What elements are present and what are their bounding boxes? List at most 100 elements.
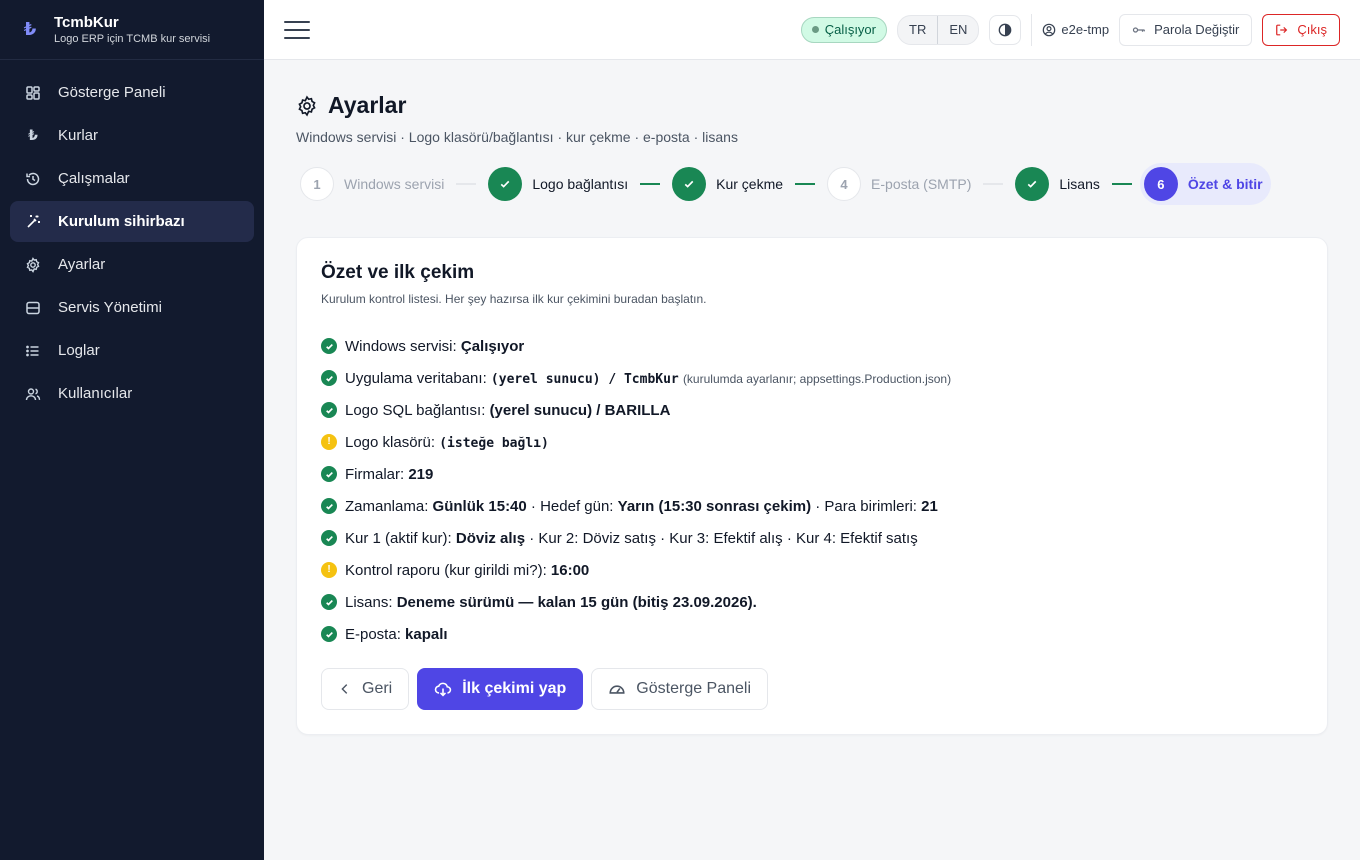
page-title: Ayarlar <box>296 92 1328 119</box>
sidebar-item-label: Ayarlar <box>58 256 106 273</box>
back-label: Geri <box>362 680 393 697</box>
lang-tr-button[interactable]: TR <box>898 16 937 44</box>
step-license[interactable]: Lisans <box>1011 163 1103 205</box>
step-number: 1 <box>300 167 334 201</box>
checklist-item-email: E-posta: kapalı <box>321 618 1303 650</box>
sidebar-item-label: Gösterge Paneli <box>58 84 166 101</box>
back-button[interactable]: Geri <box>321 668 410 710</box>
sidebar-item-runs[interactable]: Çalışmalar <box>10 158 254 199</box>
checklist-item-schedule: Zamanlama: Günlük 15:40 · Hedef gün: Yar… <box>321 490 1303 522</box>
wand-icon <box>24 213 42 231</box>
change-password-label: Parola Değiştir <box>1154 22 1240 37</box>
step-label: Kur çekme <box>716 176 784 192</box>
sidebar-item-label: Kullanıcılar <box>58 385 133 402</box>
step-connector <box>983 183 1004 185</box>
warning-circle-icon: ! <box>321 434 337 450</box>
sidebar-item-label: Loglar <box>58 342 100 359</box>
contrast-icon <box>999 23 1012 36</box>
sidebar-item-setup-wizard[interactable]: Kurulum sihirbazı <box>10 201 254 242</box>
check-icon <box>488 167 523 201</box>
summary-card: Özet ve ilk çekim Kurulum kontrol listes… <box>296 237 1328 735</box>
brand-name: TcmbKur <box>54 14 119 31</box>
dashboard-icon <box>24 84 42 102</box>
step-logo-connection[interactable]: Logo bağlantısı <box>484 163 632 205</box>
logout-button[interactable]: Çıkış <box>1262 13 1340 46</box>
lira-icon: ₺ <box>28 127 38 143</box>
cloud-download-icon <box>435 682 452 697</box>
setup-checklist: Windows servisi: Çalışıyor Uygulama veri… <box>321 330 1303 650</box>
sidebar-item-rates[interactable]: ₺ Kurlar <box>10 115 254 156</box>
checklist-item-rates: Kur 1 (aktif kur): Döviz alış · Kur 2: D… <box>321 522 1303 554</box>
theme-toggle-button[interactable] <box>989 14 1022 45</box>
check-circle-icon <box>321 626 337 642</box>
check-circle-icon <box>321 594 337 610</box>
sidebar: ₺ TcmbKur Logo ERP için TCMB kur servisi… <box>0 0 264 860</box>
step-email-smtp[interactable]: 4 E-posta (SMTP) <box>823 163 975 205</box>
warning-circle-icon: ! <box>321 562 337 578</box>
language-switch: TR EN <box>897 14 980 45</box>
card-title: Özet ve ilk çekim <box>321 262 475 283</box>
current-user: e2e-tmp <box>1042 22 1109 37</box>
step-label: Lisans <box>1059 176 1100 192</box>
check-circle-icon <box>321 370 337 386</box>
checklist-item-app-db: Uygulama veritabanı: (yerel sunucu) / Tc… <box>321 362 1303 394</box>
gear-icon <box>24 256 42 274</box>
logout-icon <box>1276 24 1288 35</box>
step-connector <box>456 183 477 185</box>
checklist-item-service: Windows servisi: Çalışıyor <box>321 330 1303 362</box>
check-circle-icon <box>321 498 337 514</box>
step-label: E-posta (SMTP) <box>871 176 972 192</box>
run-first-fetch-button[interactable]: İlk çekimi yap <box>417 668 584 710</box>
key-icon <box>1132 26 1145 33</box>
wizard-stepper: 1 Windows servisi Logo bağlantısı Kur çe… <box>296 163 1328 205</box>
check-icon <box>1015 167 1050 201</box>
lang-en-button[interactable]: EN <box>937 15 978 44</box>
step-windows-service[interactable]: 1 Windows servisi <box>296 163 448 205</box>
sidebar-item-settings[interactable]: Ayarlar <box>10 244 254 285</box>
dashboard-button[interactable]: Gösterge Paneli <box>591 668 769 710</box>
sidebar-nav: Gösterge Paneli ₺ Kurlar Çalışmalar Kuru… <box>0 60 264 426</box>
brand-subtitle: Logo ERP için TCMB kur servisi <box>54 33 211 45</box>
step-number: 6 <box>1143 167 1178 201</box>
page-content: Ayarlar Windows servisi · Logo klasörü/b… <box>264 60 1360 860</box>
checklist-item-sql: Logo SQL bağlantısı: (yerel sunucu) / BA… <box>321 394 1303 426</box>
wizard-actions: Geri İlk çekimi yap Gösterge Paneli <box>321 668 1303 710</box>
main-area: Çalışıyor TR EN e2e-tmp Parola Değiştir <box>264 0 1360 860</box>
sidebar-item-label: Kurlar <box>58 127 99 144</box>
checklist-item-license: Lisans: Deneme sürümü — kalan 15 gün (bi… <box>321 586 1303 618</box>
step-connector <box>640 183 661 185</box>
users-icon <box>24 385 42 403</box>
sidebar-item-service[interactable]: Servis Yönetimi <box>10 287 254 328</box>
page-subtitle: Windows servisi · Logo klasörü/bağlantıs… <box>296 129 738 145</box>
check-circle-icon <box>321 402 337 418</box>
gear-icon <box>298 94 316 117</box>
status-dot-icon <box>811 26 819 33</box>
check-circle-icon <box>321 338 337 354</box>
step-summary-finish[interactable]: 6 Özet & bitir <box>1139 163 1271 205</box>
menu-toggle-icon[interactable] <box>284 20 310 39</box>
sidebar-item-users[interactable]: Kullanıcılar <box>10 373 254 414</box>
change-password-button[interactable]: Parola Değiştir <box>1119 13 1253 46</box>
service-status-badge: Çalışıyor <box>800 16 887 43</box>
status-text: Çalışıyor <box>824 22 876 37</box>
step-rate-fetch[interactable]: Kur çekme <box>668 163 787 205</box>
sidebar-item-label: Kurulum sihirbazı <box>58 213 185 230</box>
topbar-actions: Çalışıyor TR EN e2e-tmp Parola Değiştir <box>800 13 1340 46</box>
step-label: Özet & bitir <box>1187 176 1263 192</box>
card-subtitle: Kurulum kontrol listesi. Her şey hazırsa… <box>321 292 707 306</box>
server-icon <box>24 299 42 317</box>
brand[interactable]: ₺ TcmbKur Logo ERP için TCMB kur servisi <box>0 0 264 60</box>
list-icon <box>24 342 42 360</box>
user-circle-icon <box>1043 23 1056 36</box>
app-root: ₺ TcmbKur Logo ERP için TCMB kur servisi… <box>0 0 1360 860</box>
logout-label: Çıkış <box>1297 22 1327 37</box>
sidebar-item-label: Çalışmalar <box>58 170 130 187</box>
sidebar-item-logs[interactable]: Loglar <box>10 330 254 371</box>
step-connector <box>1111 183 1132 185</box>
topbar-divider <box>1031 13 1033 46</box>
sidebar-item-dashboard[interactable]: Gösterge Paneli <box>10 72 254 113</box>
checklist-item-report: ! Kontrol raporu (kur girildi mi?): 16:0… <box>321 554 1303 586</box>
checklist-item-logo-folder: ! Logo klasörü: (isteğe bağlı) <box>321 426 1303 458</box>
step-label: Logo bağlantısı <box>532 176 629 192</box>
chevron-left-icon <box>341 684 348 694</box>
